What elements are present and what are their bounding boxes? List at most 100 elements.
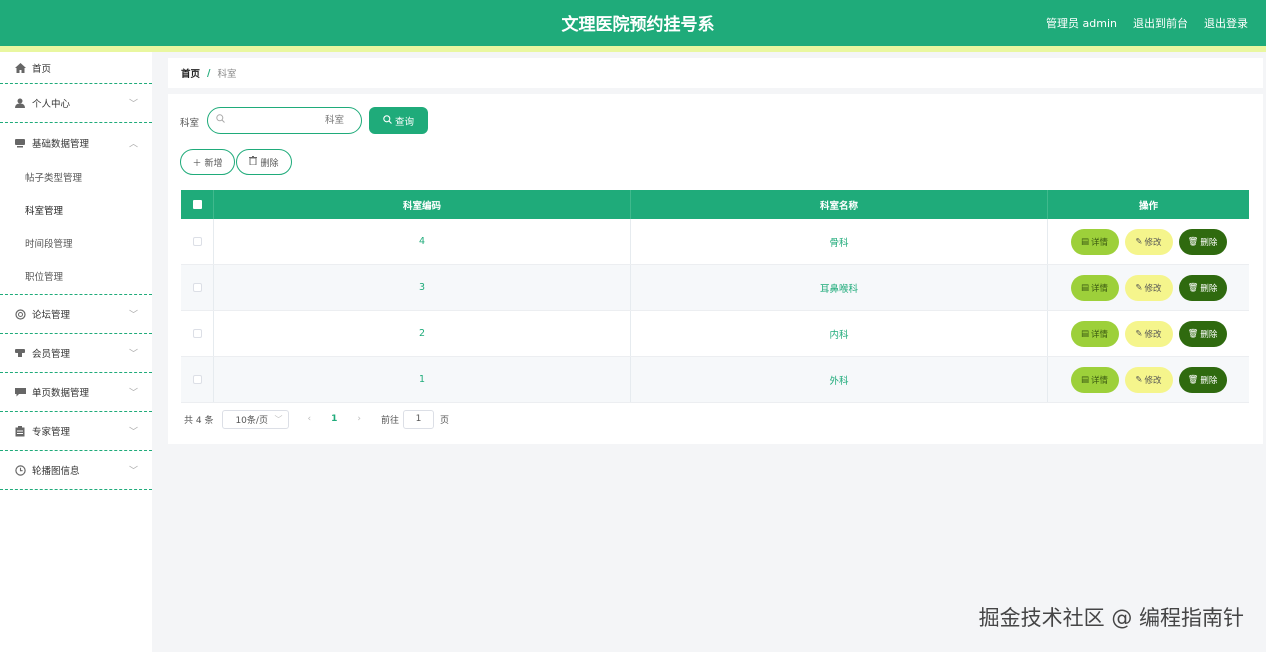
forum-icon — [14, 308, 26, 320]
search-label: 科室 — [180, 118, 200, 129]
edit-button[interactable]: ✎ 修改 — [1124, 274, 1173, 301]
page-number-current[interactable]: 1 — [331, 414, 337, 424]
department-name: 耳鼻喉科 — [819, 283, 858, 295]
row-select-cell — [181, 311, 214, 356]
cell-actions: ▤ 详情 ✎ 修改 🗑 删除 — [1048, 265, 1249, 310]
detail-button[interactable]: ▤ 详情 — [1070, 320, 1119, 347]
cell-code: 2 — [214, 311, 631, 356]
row-checkbox[interactable] — [192, 283, 202, 292]
user-icon — [14, 97, 26, 109]
cell-actions: ▤ 详情 ✎ 修改 🗑 删除 — [1048, 311, 1249, 356]
detail-button[interactable]: ▤ 详情 — [1070, 366, 1119, 393]
goto-unit: 页 — [439, 415, 449, 426]
detail-label: 详情 — [1091, 283, 1109, 294]
row-actions: ▤ 详情 ✎ 修改 🗑 删除 — [1070, 366, 1227, 393]
delete-button[interactable]: 🗑 删除 — [1178, 320, 1227, 347]
department-name: 内科 — [829, 329, 849, 341]
detail-button[interactable]: ▤ 详情 — [1070, 274, 1119, 301]
document-icon: ▤ — [1080, 374, 1089, 385]
exit-to-front-link[interactable]: 退出到前台 — [1133, 0, 1188, 46]
edit-button[interactable]: ✎ 修改 — [1124, 228, 1173, 255]
goto-page-input[interactable]: 1 — [402, 409, 434, 429]
clipboard-icon — [14, 425, 26, 437]
sidebar-item-carousel[interactable]: 轮播图信息 ﹀ — [0, 451, 152, 490]
sidebar-item-personal-center[interactable]: 个人中心 ﹀ — [0, 84, 152, 123]
detail-button[interactable]: ▤ 详情 — [1070, 228, 1119, 255]
chevron-down-icon: ﹀ — [128, 310, 138, 321]
department-code: 2 — [418, 328, 426, 339]
batch-delete-button[interactable]: 删除 — [236, 149, 292, 175]
delete-button[interactable]: 🗑 删除 — [1178, 228, 1227, 255]
next-page-button[interactable]: › — [357, 414, 361, 424]
table-row: 2 内科 ▤ 详情 ✎ 修改 🗑 删除 — [181, 311, 1249, 357]
add-button[interactable]: ＋ 新增 — [180, 149, 235, 175]
sidebar-subitem-post-type[interactable]: 帖子类型管理 — [0, 162, 152, 195]
cell-code: 1 — [214, 357, 631, 402]
document-icon: ▤ — [1080, 236, 1089, 247]
total-count: 共 4 条 — [184, 415, 214, 426]
breadcrumb-separator: / — [207, 67, 211, 79]
clock-icon — [14, 464, 26, 476]
delete-button[interactable]: 🗑 删除 — [1178, 366, 1227, 393]
delete-button[interactable]: 🗑 删除 — [1178, 274, 1227, 301]
sidebar-item-label: 首页 — [32, 63, 52, 75]
pencil-icon: ✎ — [1135, 236, 1143, 247]
row-select-cell — [181, 219, 214, 264]
department-code: 1 — [418, 374, 426, 385]
edit-label: 修改 — [1144, 237, 1162, 248]
header-stripe — [0, 46, 1266, 52]
edit-label: 修改 — [1144, 375, 1162, 386]
select-all-checkbox[interactable] — [192, 200, 202, 209]
edit-button[interactable]: ✎ 修改 — [1124, 366, 1173, 393]
select-all-cell — [181, 190, 214, 219]
prev-page-button[interactable]: ‹ — [307, 414, 311, 424]
row-checkbox[interactable] — [192, 375, 202, 384]
trash-icon — [249, 156, 258, 168]
page-size-value: 10条/页 — [235, 415, 268, 426]
search-field[interactable] — [207, 107, 362, 134]
database-icon — [14, 137, 26, 149]
pencil-icon: ✎ — [1135, 328, 1143, 339]
sidebar-subitem-department[interactable]: 科室管理 — [0, 195, 152, 228]
sidebar-subitem-position[interactable]: 职位管理 — [0, 261, 152, 294]
goto-label: 前往 — [380, 415, 399, 426]
search-icon — [216, 114, 225, 126]
sidebar-item-forum[interactable]: 论坛管理 ﹀ — [0, 295, 152, 334]
pencil-icon: ✎ — [1135, 282, 1143, 293]
delete-button-label: 删除 — [260, 158, 279, 169]
query-button[interactable]: 查询 — [369, 107, 428, 134]
sidebar-item-home[interactable]: 首页 — [0, 52, 152, 84]
edit-button[interactable]: ✎ 修改 — [1124, 320, 1173, 347]
sidebar-item-single-page[interactable]: 单页数据管理 ﹀ — [0, 373, 152, 412]
sidebar-item-label: 基础数据管理 — [32, 138, 90, 150]
trash-icon: 🗑 — [1187, 236, 1199, 247]
column-header-code: 科室编码 — [214, 190, 631, 219]
sidebar-item-member[interactable]: 会员管理 ﹀ — [0, 334, 152, 373]
detail-label: 详情 — [1091, 375, 1109, 386]
detail-label: 详情 — [1091, 237, 1109, 248]
delete-label: 删除 — [1200, 283, 1218, 294]
document-icon: ▤ — [1080, 328, 1089, 339]
page-size-select[interactable]: 10条/页 ﹀ — [222, 409, 290, 429]
sidebar-item-label: 单页数据管理 — [32, 388, 90, 399]
sidebar-item-basic-data[interactable]: 基础数据管理 ︿ — [0, 123, 152, 162]
edit-label: 修改 — [1144, 329, 1162, 340]
row-select-cell — [181, 265, 214, 310]
cell-name: 外科 — [631, 357, 1048, 402]
breadcrumb-home[interactable]: 首页 — [181, 66, 200, 80]
search-input[interactable] — [232, 110, 344, 131]
row-checkbox[interactable] — [192, 329, 202, 338]
logout-link[interactable]: 退出登录 — [1204, 0, 1248, 46]
watermark: 掘金技术社区 @ 编程指南针 — [978, 606, 1244, 630]
row-actions: ▤ 详情 ✎ 修改 🗑 删除 — [1070, 320, 1227, 347]
table-row: 4 骨科 ▤ 详情 ✎ 修改 🗑 删除 — [181, 219, 1249, 265]
sidebar-subitem-time-slot[interactable]: 时间段管理 — [0, 228, 152, 261]
department-table: 科室编码 科室名称 操作 4 骨科 ▤ 详情 ✎ 修改 🗑 删除 3 耳鼻喉科 ▤ 详情 ✎ 修改 🗑 删除 2… — [181, 190, 1249, 403]
chevron-down-icon: ﹀ — [128, 388, 138, 399]
sidebar-item-expert[interactable]: 专家管理 ﹀ — [0, 412, 152, 451]
cell-code: 3 — [214, 265, 631, 310]
home-icon — [14, 62, 26, 74]
row-checkbox[interactable] — [192, 237, 202, 246]
sidebar-item-label: 轮播图信息 — [32, 466, 80, 477]
add-button-label: 新增 — [204, 158, 223, 169]
